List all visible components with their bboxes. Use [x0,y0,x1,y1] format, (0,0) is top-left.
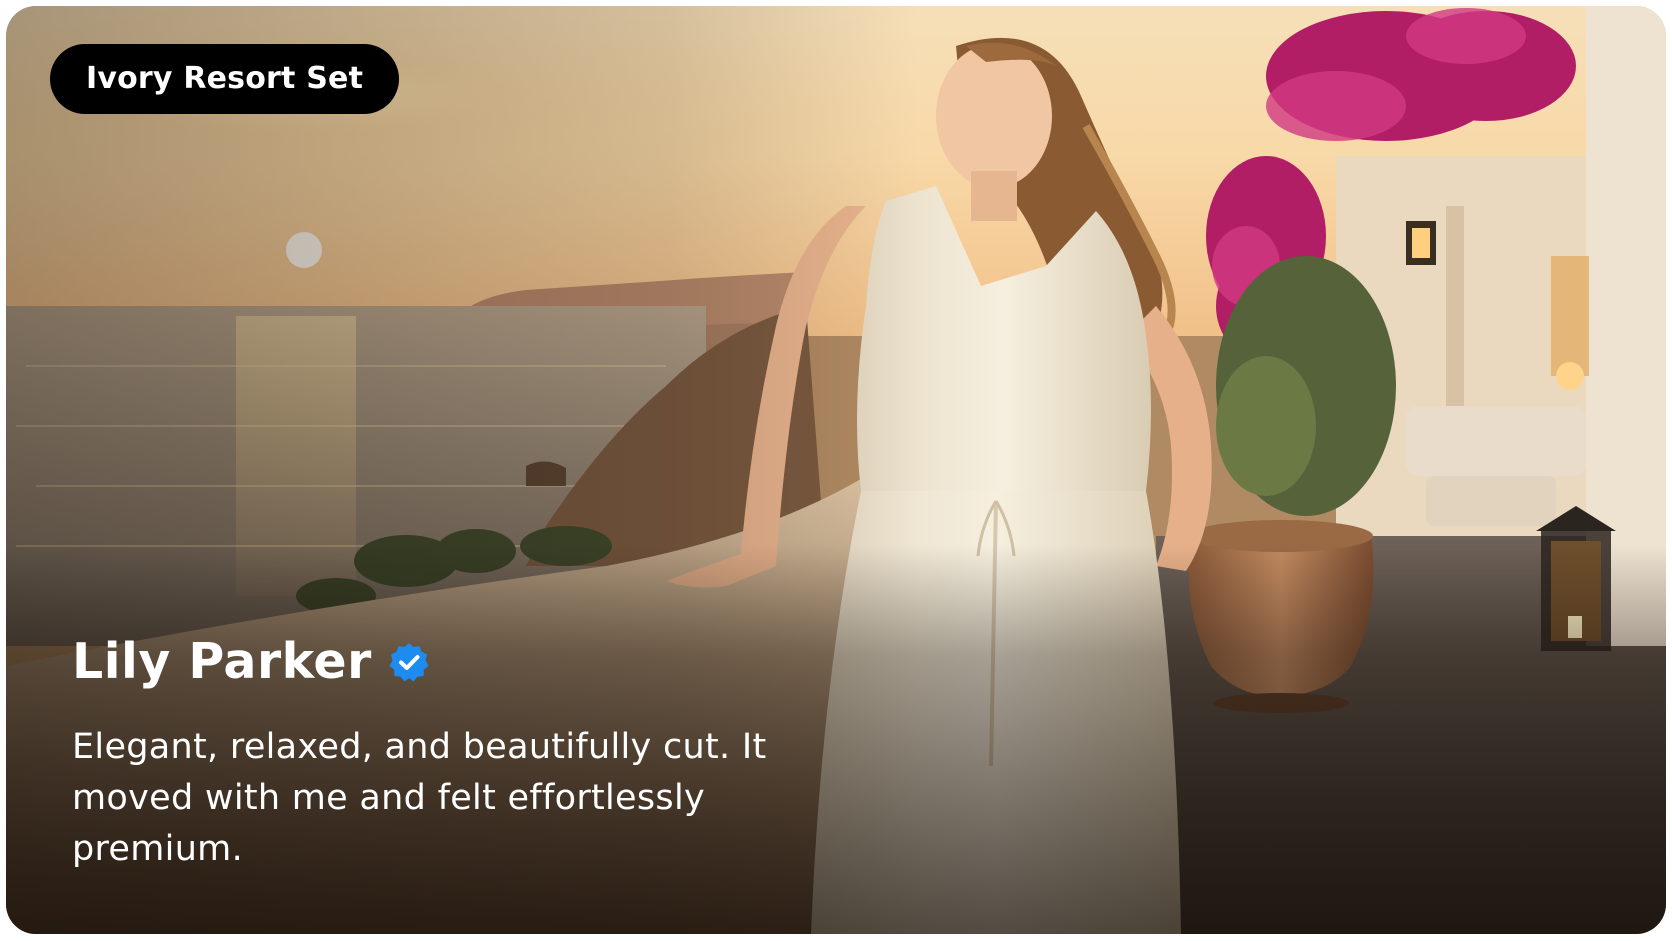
verified-badge-icon [389,643,429,682]
product-badge: Ivory Resort Set [50,44,400,114]
reviewer-name: Lily Parker [72,633,372,690]
reviewer-row: Lily Parker [72,632,430,692]
review-text: Elegant, relaxed, and beautifully cut. I… [72,727,767,869]
testimonial-card: Ivory Resort Set Lily Parker Elegant, re… [6,6,1666,934]
product-badge-label: Ivory Resort Set [86,61,364,96]
